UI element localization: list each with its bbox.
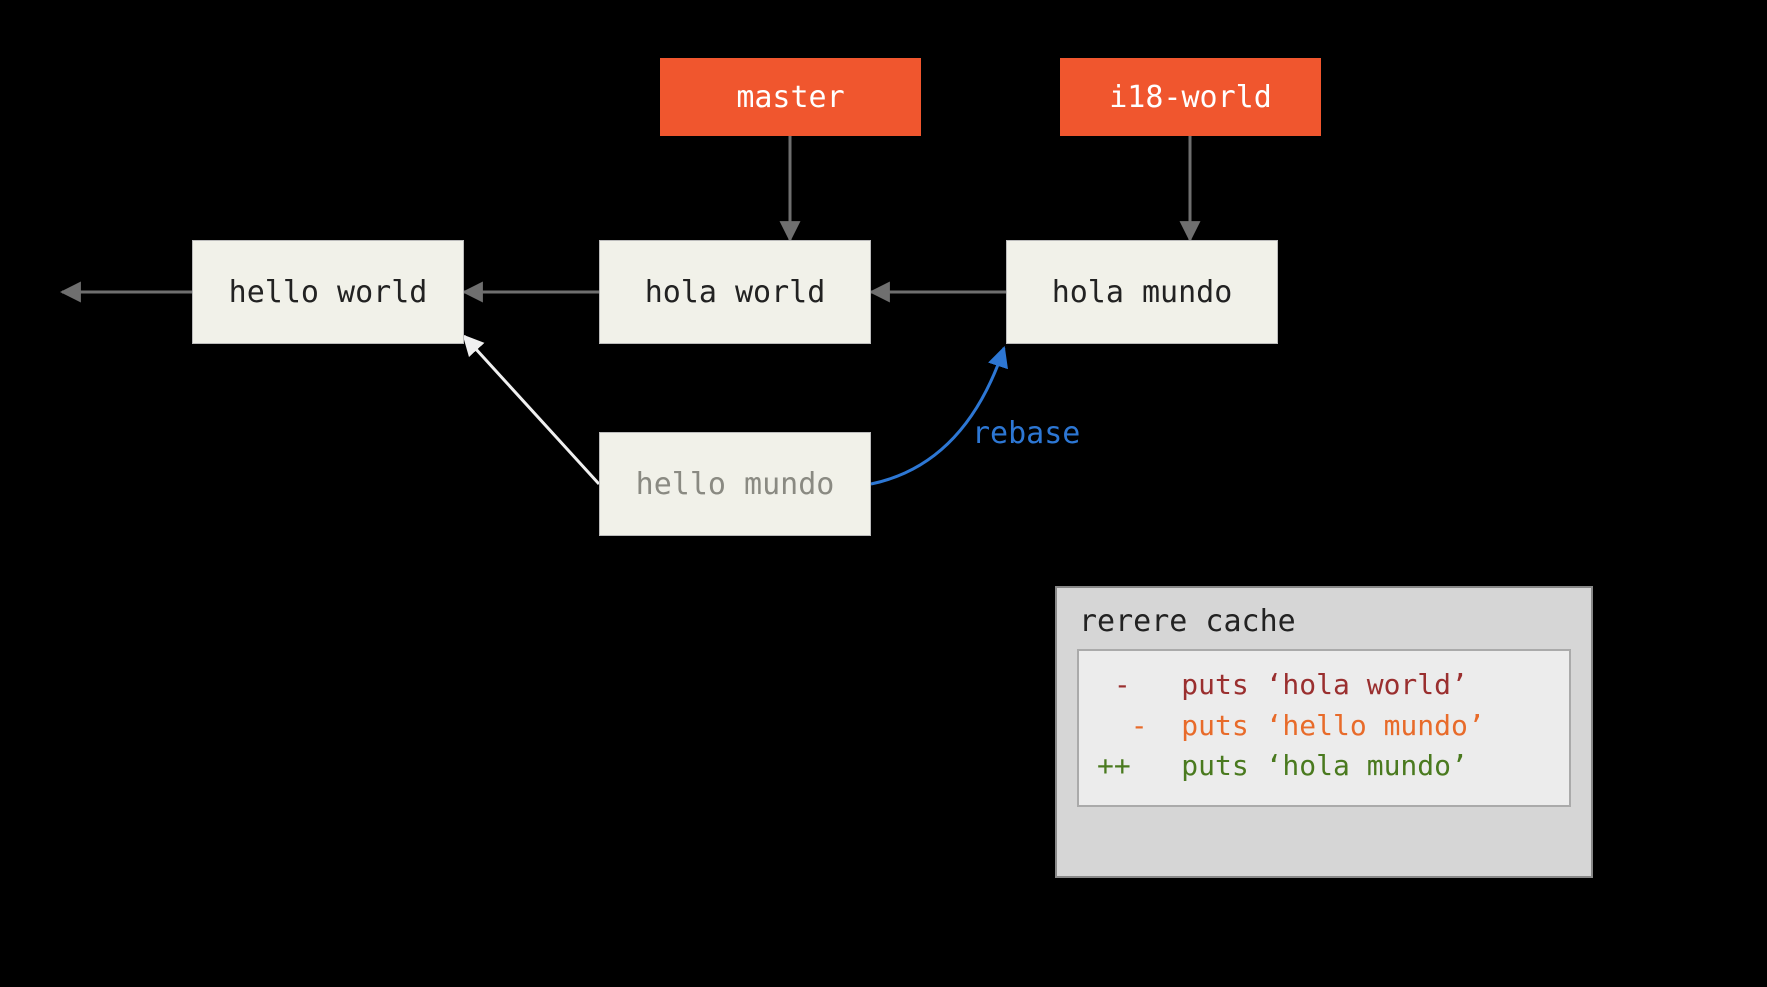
- branch-i18-label: i18-world: [1109, 80, 1272, 115]
- commit-label: hello world: [229, 275, 428, 310]
- rerere-cache-diff: - puts ‘hola world’ - puts ‘hello mundo’…: [1077, 649, 1571, 807]
- diagram-canvas: master i18-world hello world hola world …: [0, 0, 1767, 987]
- branch-master-label: master: [736, 80, 844, 115]
- branch-master: master: [660, 58, 921, 136]
- commit-hello-mundo-stale: hello mundo: [599, 432, 871, 536]
- commit-hello-world: hello world: [192, 240, 464, 344]
- rebase-label: rebase: [972, 416, 1080, 451]
- diff-line: - puts ‘hello mundo’: [1097, 706, 1551, 747]
- commit-hola-mundo: hola mundo: [1006, 240, 1278, 344]
- commit-label: hola mundo: [1052, 275, 1233, 310]
- rerere-cache-panel: rerere cache - puts ‘hola world’ - puts …: [1055, 586, 1593, 878]
- branch-i18-world: i18-world: [1060, 58, 1321, 136]
- commit-hola-world: hola world: [599, 240, 871, 344]
- commit-label: hola world: [645, 275, 826, 310]
- rerere-cache-title: rerere cache: [1057, 588, 1591, 649]
- diff-line: ++ puts ‘hola mundo’: [1097, 746, 1551, 787]
- commit-label: hello mundo: [636, 467, 835, 502]
- diff-line: - puts ‘hola world’: [1097, 665, 1551, 706]
